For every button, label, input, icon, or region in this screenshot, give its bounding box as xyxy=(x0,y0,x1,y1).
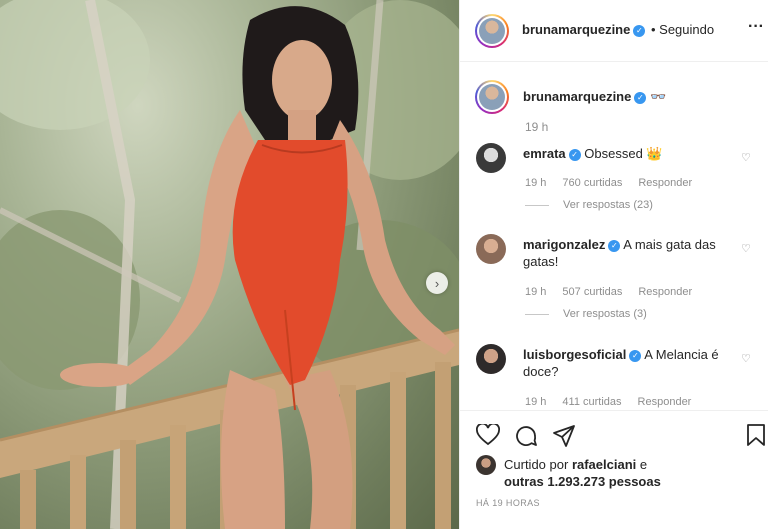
caption-time[interactable]: 19 h xyxy=(525,120,548,134)
comment-text: Obsessed 👑 xyxy=(584,146,663,161)
caption-avatar[interactable] xyxy=(475,80,509,114)
post-side-panel: brunamarquezine ✓ • Seguindo ··· brunamar… xyxy=(459,0,768,529)
verified-badge-icon: ✓ xyxy=(568,148,581,161)
share-icon[interactable] xyxy=(552,424,576,448)
comment-likes[interactable]: 760 curtidas xyxy=(562,177,622,189)
comment-time[interactable]: 19 h xyxy=(525,396,546,408)
reply-button[interactable]: Responder xyxy=(638,396,692,408)
chevron-right-icon: › xyxy=(434,275,440,291)
comment-time[interactable]: 19 h xyxy=(525,286,546,298)
divider xyxy=(525,204,549,206)
verified-badge-icon: ✓ xyxy=(629,349,642,362)
more-options-icon[interactable]: ··· xyxy=(748,18,764,36)
liker-avatar[interactable] xyxy=(476,455,496,475)
reply-button[interactable]: Responder xyxy=(638,286,692,298)
verified-badge-icon: ✓ xyxy=(633,24,646,37)
heart-icon[interactable] xyxy=(476,424,500,446)
author-username[interactable]: brunamarquezine xyxy=(522,22,630,37)
liker-username[interactable]: rafaelciani xyxy=(572,457,636,472)
photo-illustration xyxy=(0,0,459,529)
comment-icon[interactable] xyxy=(514,424,538,448)
comment-likes[interactable]: 411 curtidas xyxy=(562,396,621,408)
post-header: brunamarquezine ✓ • Seguindo ··· xyxy=(460,0,768,62)
caption-username[interactable]: brunamarquezine xyxy=(523,89,631,104)
instagram-post: › brunamarquezine ✓ • Seguindo ··· bruna… xyxy=(0,0,768,529)
comments-list: brunamarquezine ✓ 👓 19 h emrata ✓ Obsessed… xyxy=(460,62,768,410)
likes-count[interactable]: outras 1.293.273 pessoas xyxy=(504,474,661,489)
commenter-avatar[interactable] xyxy=(476,344,506,374)
heart-icon[interactable]: ♡ xyxy=(741,242,751,255)
view-replies[interactable]: Ver respostas (3) xyxy=(525,308,647,320)
post-photo[interactable]: › xyxy=(0,0,459,529)
commenter-username[interactable]: luisborgesoficial xyxy=(523,347,626,362)
heart-icon[interactable]: ♡ xyxy=(741,151,751,164)
caption-text: 👓 xyxy=(649,89,667,104)
likes-summary: Curtido por rafaelciani e outras 1.293.2… xyxy=(504,457,661,489)
verified-badge-icon: ✓ xyxy=(608,239,621,252)
comment-time[interactable]: 19 h xyxy=(525,177,546,189)
follow-status[interactable]: • Seguindo xyxy=(651,22,714,37)
verified-badge-icon: ✓ xyxy=(634,91,647,104)
comment-likes[interactable]: 507 curtidas xyxy=(562,286,622,298)
bookmark-icon[interactable] xyxy=(746,423,766,447)
post-timestamp[interactable]: HÁ 19 HORAS xyxy=(476,498,540,508)
commenter-avatar[interactable] xyxy=(476,234,506,264)
heart-icon[interactable]: ♡ xyxy=(741,352,751,365)
commenter-username[interactable]: marigonzalez xyxy=(523,237,605,252)
commenter-avatar[interactable] xyxy=(476,143,506,173)
divider xyxy=(525,313,549,315)
author-avatar[interactable] xyxy=(475,14,509,48)
reply-button[interactable]: Responder xyxy=(638,177,692,189)
post-actions: Curtido por rafaelciani e outras 1.293.2… xyxy=(460,410,768,529)
view-replies[interactable]: Ver respostas (23) xyxy=(525,199,653,211)
next-photo-button[interactable]: › xyxy=(426,272,448,294)
commenter-username[interactable]: emrata xyxy=(523,146,566,161)
